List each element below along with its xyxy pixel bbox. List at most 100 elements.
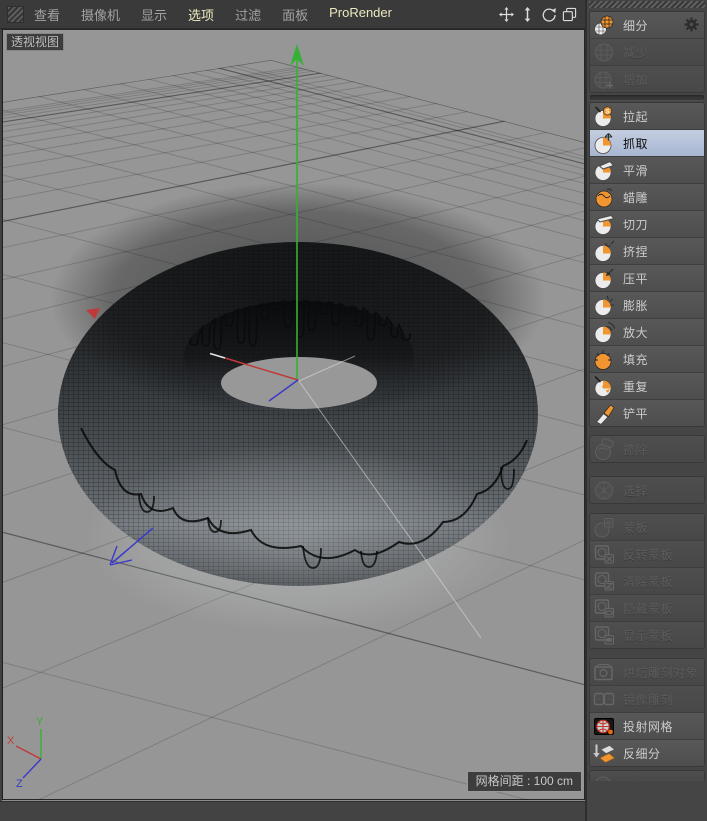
- tool-group-g2: S 拉起抓取平滑蜡雕切刀挤捏压平膨胀放大填充重复 铲平: [589, 102, 705, 427]
- tool-label: 蒙板: [623, 520, 649, 535]
- dolly-icon[interactable]: [520, 6, 535, 22]
- tool-label: 蜡雕: [623, 190, 649, 205]
- group-divider: [590, 95, 704, 100]
- tool-button-pull[interactable]: S 拉起: [590, 103, 704, 130]
- tool-button-pinch[interactable]: 挤捏: [590, 238, 704, 265]
- tool-button-amplify[interactable]: 放大: [590, 319, 704, 346]
- tool-label: 镜像雕刻: [623, 692, 674, 707]
- tool-label: 投射网格: [623, 719, 674, 734]
- tool-button-increase[interactable]: 增加: [590, 66, 704, 92]
- flatten-icon: [593, 267, 615, 289]
- tool-button-scrape[interactable]: 铲平: [590, 400, 704, 426]
- grid-spacing-tooltip: 网格间距 : 100 cm: [466, 771, 582, 792]
- partial-tool-button[interactable]: [589, 770, 705, 781]
- tool-label: 切刀: [623, 217, 649, 232]
- svg-text:Y: Y: [36, 716, 44, 728]
- tool-group-g4: 选择: [589, 476, 705, 504]
- menu-prorender[interactable]: ProRender: [329, 5, 392, 24]
- tool-button-select[interactable]: 选择: [590, 477, 704, 503]
- tool-button-flatten[interactable]: 压平: [590, 265, 704, 292]
- tool-button-clear-mask[interactable]: 清除蒙板: [590, 568, 704, 595]
- tool-button-smooth[interactable]: 平滑: [590, 157, 704, 184]
- rotate-icon[interactable]: [541, 7, 556, 22]
- tool-button-show-mask[interactable]: 显示蒙板: [590, 622, 704, 648]
- clear-mask-icon: [593, 570, 615, 592]
- project-mesh-icon: [593, 715, 615, 737]
- tool-label: 挤捏: [623, 244, 649, 259]
- tool-group-g6: 烘焙雕刻对象镜像雕刻投射网格反细分: [589, 658, 705, 767]
- viewport-scene[interactable]: Y X Z: [3, 30, 584, 801]
- invert-mask-icon: [593, 543, 615, 565]
- tool-button-decrease[interactable]: 减少: [590, 39, 704, 66]
- status-bar: [0, 801, 585, 821]
- tool-button-desubdivide[interactable]: 反细分: [590, 740, 704, 766]
- viewport-view-label: 透视视图: [6, 33, 65, 51]
- tool-button-project-mesh[interactable]: 投射网格: [590, 713, 704, 740]
- subdivide-icon: [593, 14, 615, 36]
- tool-label: 填充: [623, 352, 649, 367]
- tool-button-bake-sculpt-object[interactable]: 烘焙雕刻对象: [590, 659, 704, 686]
- pinch-icon: [593, 240, 615, 262]
- fill-icon: [593, 348, 615, 370]
- tool-button-knife[interactable]: 切刀: [590, 211, 704, 238]
- tool-group-g3: 擦除: [589, 435, 705, 463]
- wax-icon: [593, 186, 615, 208]
- tool-label: 压平: [623, 271, 649, 286]
- knife-icon: [593, 213, 615, 235]
- tool-button-wax[interactable]: 蜡雕: [590, 184, 704, 211]
- cinema4d-window: 查看 摄像机 显示 选项 过滤 面板 ProRender Y X Z 透视视图 …: [0, 0, 707, 821]
- mirror-sculpt-icon: [593, 688, 615, 710]
- tool-group-g1: 细分 减少 增加: [589, 11, 705, 93]
- svg-text:Z: Z: [16, 778, 23, 790]
- tool-button-repeat[interactable]: 重复: [590, 373, 704, 400]
- menu-filter[interactable]: 过滤: [235, 5, 261, 24]
- tool-label: 显示蒙板: [623, 628, 674, 643]
- tool-button-inflate[interactable]: 膨胀: [590, 292, 704, 319]
- tool-label: 平滑: [623, 163, 649, 178]
- tool-button-mirror-sculpt[interactable]: 镜像雕刻: [590, 686, 704, 713]
- tool-button-mask[interactable]: 蒙板: [590, 514, 704, 541]
- tool-label: 放大: [623, 325, 649, 340]
- tool-label: 隐藏蒙板: [623, 601, 674, 616]
- scrape-icon: [593, 402, 615, 424]
- tool-label: 擦除: [623, 442, 649, 457]
- tool-button-invert-mask[interactable]: 反转蒙板: [590, 541, 704, 568]
- tool-button-hide-mask[interactable]: 隐藏蒙板: [590, 595, 704, 622]
- increase-icon: [593, 68, 615, 90]
- menu-view[interactable]: 查看: [34, 5, 60, 24]
- show-mask-icon: [593, 624, 615, 646]
- tool-label: 增加: [623, 72, 649, 87]
- pan-icon[interactable]: [499, 6, 514, 22]
- tool-label: 抓取: [623, 136, 649, 151]
- tool-button-subdivide[interactable]: 细分: [590, 12, 704, 39]
- panel-drag-handle[interactable]: [589, 1, 705, 8]
- menu-camera[interactable]: 摄像机: [81, 5, 120, 24]
- menu-display[interactable]: 显示: [141, 5, 167, 24]
- tool-label: 细分: [623, 18, 649, 33]
- tool-label: 选择: [623, 483, 649, 498]
- maximize-icon[interactable]: [562, 7, 577, 22]
- mask-icon: [593, 516, 615, 538]
- tool-label: 减少: [623, 45, 649, 60]
- menu-drag-grip-icon[interactable]: [7, 5, 24, 23]
- amplify-icon: [593, 321, 615, 343]
- pull-icon: S: [593, 105, 615, 127]
- tool-label: 拉起: [623, 109, 649, 124]
- tool-button-fill[interactable]: 填充: [590, 346, 704, 373]
- tool-button-grab[interactable]: 抓取: [590, 130, 704, 157]
- torus-mesh-object[interactable]: [50, 182, 546, 639]
- orientation-axis-indicator: Y X Z: [7, 716, 44, 790]
- menu-panel[interactable]: 面板: [282, 5, 308, 24]
- tool-label: 反细分: [623, 746, 661, 761]
- decrease-icon: [593, 41, 615, 63]
- tool-button-erase[interactable]: 擦除: [590, 436, 704, 462]
- viewport-3d[interactable]: Y X Z 透视视图 网格间距 : 100 cm: [2, 29, 585, 802]
- viewport-menu-bar: 查看 摄像机 显示 选项 过滤 面板 ProRender: [0, 0, 585, 29]
- svg-text:X: X: [7, 735, 15, 747]
- gear-icon[interactable]: [684, 17, 699, 32]
- menu-options[interactable]: 选项: [188, 5, 214, 24]
- sculpt-tool-panel: 细分减少增加 S 拉起抓取平滑蜡雕切刀挤捏压平膨胀放大填充重复 铲平擦除选择蒙板反转蒙…: [585, 0, 707, 821]
- inflate-icon: [593, 294, 615, 316]
- menu-items: 查看 摄像机 显示 选项 过滤 面板 ProRender: [34, 5, 499, 24]
- smooth-icon: [593, 159, 615, 181]
